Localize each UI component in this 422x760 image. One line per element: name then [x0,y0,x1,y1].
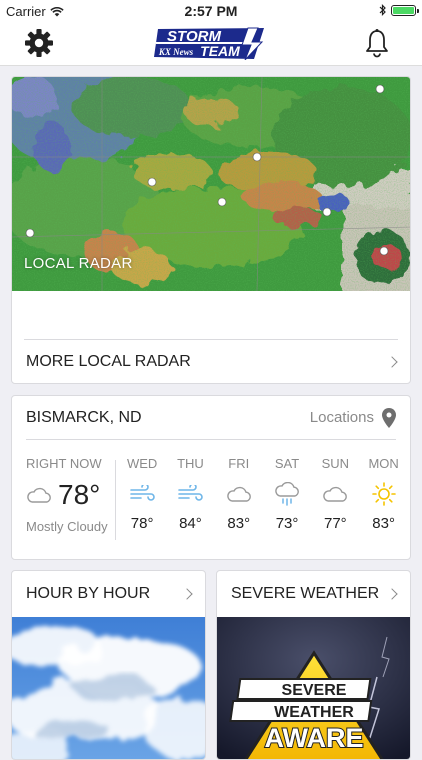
severe-sign-line-3: AWARE [264,723,363,753]
forecast-day-name: SUN [321,456,350,471]
forecast-day[interactable]: MON 83° [359,456,407,532]
status-bar: Carrier 2:57 PM [0,0,422,22]
chevron-right-icon [181,588,193,600]
severe-weather-label: SEVERE WEATHER [231,585,380,602]
sun-icon [371,482,396,506]
forecast-temp: 73° [275,515,299,532]
location-row: BISMARCK, ND Locations [26,396,396,440]
severe-weather-tile[interactable]: SEVERE WEATHER SEVERE WEATHER AWARE [216,570,411,760]
map-pin-icon[interactable] [382,407,396,428]
forecast-day-name: THU [177,456,204,471]
logo-team-text: TEAM [200,43,240,59]
rain-cloud-icon [275,482,299,506]
sky-clouds-image [12,617,205,759]
hour-by-hour-label: HOUR BY HOUR [26,585,151,602]
radar-card[interactable]: LOCAL RADAR MORE LOCAL RADAR [11,76,411,384]
forecast-day-name: FRI [228,456,250,471]
hour-by-hour-header[interactable]: HOUR BY HOUR [12,571,205,617]
forecast-day[interactable]: WED 78° [118,456,166,532]
severe-sign-line-2: WEATHER [274,704,354,721]
current-conditions: RIGHT NOW 78° Mostly Cloudy [26,456,116,534]
forecast-temp: 78° [130,515,154,532]
forecast-day-name: MON [368,456,399,471]
forecast-temp: 84° [179,515,202,532]
status-right [379,4,419,16]
wind-icon [130,485,155,501]
severe-weather-aware-image: SEVERE WEATHER AWARE [217,617,410,759]
current-condition: Mostly Cloudy [26,519,108,534]
storm-team-logo: STORM KX News TEAM [154,27,264,60]
chevron-right-icon [386,356,398,368]
gear-icon[interactable] [24,28,54,58]
forecast-day[interactable]: THU 84° [166,456,214,532]
right-now-label: RIGHT NOW [26,456,102,471]
forecast-row: WED 78° THU 84° FRI 83° SAT 73° SUN 77° … [118,456,408,532]
current-temp-row: 78° [26,479,116,511]
forecast-day-name: SAT [274,456,300,471]
battery-icon [391,4,419,16]
cloud-icon [27,487,51,503]
forecast-day[interactable]: SAT 73° [263,456,311,532]
radar-map[interactable]: LOCAL RADAR [12,77,410,291]
radar-overlay-label: LOCAL RADAR [24,255,133,272]
forecast-divider [115,460,116,540]
location-name: BISMARCK, ND [26,408,142,426]
forecast-temp: 77° [323,515,347,532]
hour-by-hour-tile[interactable]: HOUR BY HOUR [11,570,206,760]
forecast-day[interactable]: SUN 77° [311,456,359,532]
more-local-radar-row[interactable]: MORE LOCAL RADAR [12,340,410,383]
current-temperature: 78° [58,479,101,510]
forecast-day[interactable]: FRI 83° [215,456,263,532]
bell-icon[interactable] [364,28,390,58]
cloud-icon [226,486,251,502]
severe-weather-header[interactable]: SEVERE WEATHER [217,571,410,617]
current-weather-card: BISMARCK, ND Locations RIGHT NOW 78° Mos… [11,395,411,560]
battery-fill [393,6,414,14]
forecast-day-name: WED [126,456,158,471]
chevron-right-icon [386,588,398,600]
locations-link[interactable]: Locations [310,409,374,426]
forecast-temp: 83° [372,515,395,532]
forecast-temp: 83° [227,515,251,532]
cloud-icon [323,486,348,502]
wind-icon [178,485,204,501]
nav-bar: STORM KX News TEAM [0,22,422,66]
severe-sign-line-1: SEVERE [282,682,347,699]
status-time: 2:57 PM [184,3,238,19]
logo-brand-text: KX News [158,47,194,57]
more-local-radar-label: MORE LOCAL RADAR [26,353,191,370]
bluetooth-icon [379,4,386,16]
